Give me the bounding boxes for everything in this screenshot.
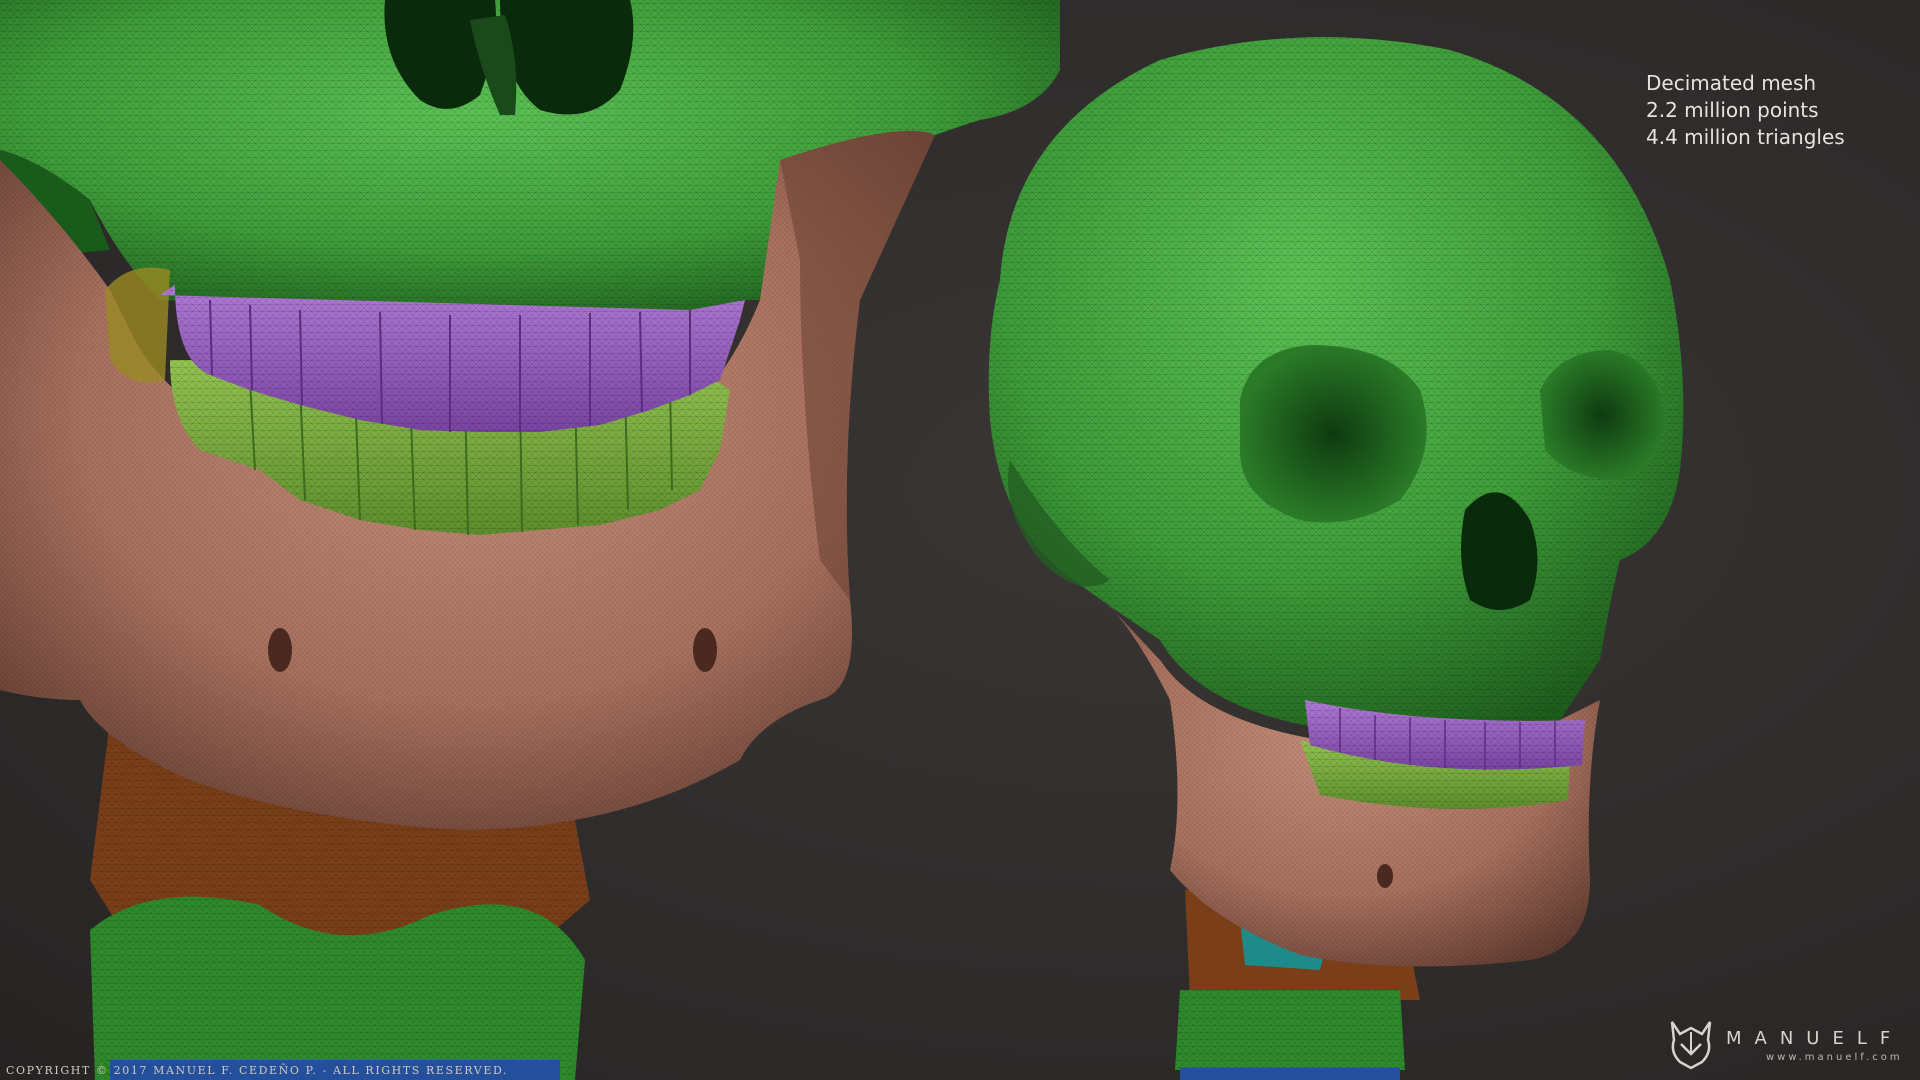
- copyright-notice: COPYRIGHT © 2017 MANUEL F. CEDEÑO P. - A…: [6, 1064, 509, 1077]
- right-cranium: [988, 37, 1684, 738]
- brand-logo: MANUELF www.manuelf.com: [1662, 1012, 1912, 1074]
- brand-url: www.manuelf.com: [1766, 1052, 1903, 1063]
- brand-mark-icon: [1670, 1021, 1712, 1070]
- skull-render: [0, 0, 1684, 1080]
- render-frame: Decimated mesh 2.2 million points 4.4 mi…: [0, 0, 1920, 1080]
- brand-name: MANUELF: [1726, 1028, 1904, 1049]
- info-line-2: 2.2 million points: [1646, 98, 1819, 122]
- info-line-3: 4.4 million triangles: [1646, 125, 1845, 149]
- mesh-info: Decimated mesh 2.2 million points 4.4 mi…: [1646, 70, 1845, 151]
- info-line-1: Decimated mesh: [1646, 71, 1817, 95]
